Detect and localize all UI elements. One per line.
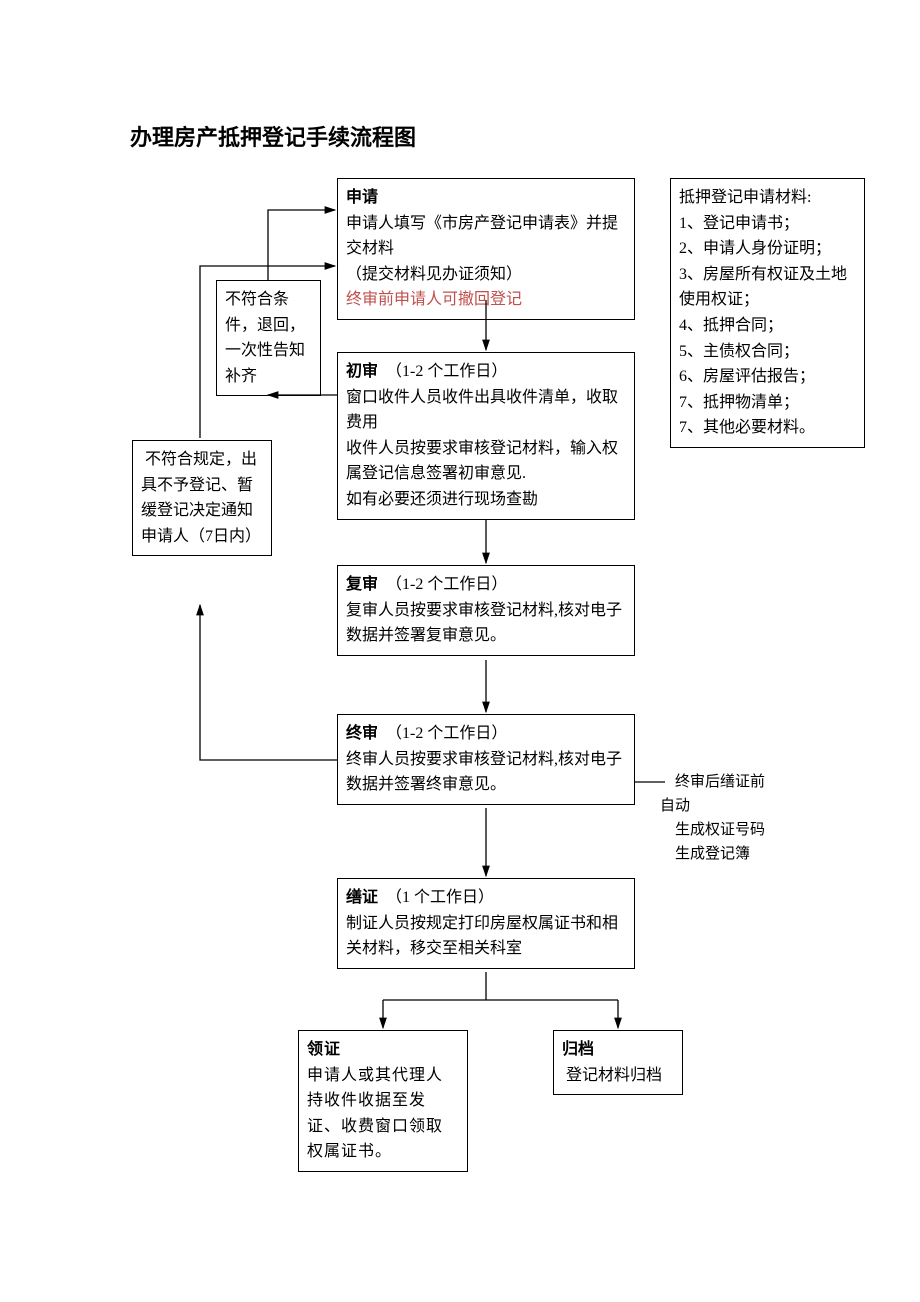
step-first-review: 初审 （1-2 个工作日） 窗口收件人员收件出具收件清单，收取费用 收件人员按要… [337,352,635,520]
mat-8: 7、其他必要材料。 [679,415,856,441]
arch-head: 归档 [562,1041,594,1058]
first-l1: 窗口收件人员收件出具收件清单，收取费用 [346,385,626,436]
review-dur: （1-2 个工作日） [386,576,507,593]
review-l1: 复审人员按要求审核登记材料,核对电子数据并签署复审意见。 [346,598,626,649]
step-apply: 申请 申请人填写《市房产登记申请表》并提交材料 （提交材料见办证须知） 终审前申… [337,178,635,320]
reject-regulation: 不符合规定，出具不予登记、暂缓登记决定通知申请人（7日内） [132,440,272,556]
mat-7: 7、抵押物清单； [679,390,856,416]
first-l3: 如有必要还须进行现场查勘 [346,487,626,513]
reject-condition: 不符合条件，退回，一次性告知补齐 [216,280,321,396]
arch-l1: 登记材料归档 [562,1063,674,1089]
get-head: 领证 [307,1041,341,1058]
flowchart-page: 办理房产抵押登记手续流程图 申请 申请人填写《市房产登记申请表》并提交材料 （提… [0,0,920,1302]
page-title: 办理房产抵押登记手续流程图 [130,120,416,155]
first-l2: 收件人员按要求审核登记材料，输入权属登记信息签署初审意见. [346,436,626,487]
materials-box: 抵押登记申请材料: 1、登记申请书； 2、申请人身份证明； 3、房屋所有权证及土… [670,178,865,448]
rej1-text: 不符合条件，退回，一次性告知补齐 [225,287,312,389]
mat-3: 3、房屋所有权证及土地使用权证； [679,262,856,313]
apply-line1: 申请人填写《市房产登记申请表》并提交材料 [346,211,626,262]
note-l4: 生成登记簿 [660,842,860,866]
mat-2: 2、申请人身份证明； [679,236,856,262]
final-dur: （1-2 个工作日） [386,725,507,742]
first-dur: （1-2 个工作日） [386,363,507,380]
final-note: 终审后缮证前 自动 生成权证号码 生成登记簿 [660,770,860,866]
apply-line2: （提交材料见办证须知） [346,262,626,288]
step-archive: 归档 登记材料归档 [553,1030,683,1095]
mat-6: 6、房屋评估报告； [679,364,856,390]
first-head: 初审 [346,363,378,380]
issue-dur: （1 个工作日） [386,889,494,906]
step-get: 领证 申请人或其代理人持收件收据至发证、收费窗口领取权属证书。 [298,1030,468,1172]
mat-1: 1、登记申请书； [679,211,856,237]
issue-head: 缮证 [346,889,378,906]
step-review: 复审 （1-2 个工作日） 复审人员按要求审核登记材料,核对电子数据并签署复审意… [337,565,635,656]
step-final: 终审 （1-2 个工作日） 终审人员按要求审核登记材料,核对电子数据并签署终审意… [337,714,635,805]
final-head: 终审 [346,725,378,742]
review-head: 复审 [346,576,378,593]
issue-l1: 制证人员按规定打印房屋权属证书和相关材料，移交至相关科室 [346,911,626,962]
note-l3: 生成权证号码 [660,818,860,842]
rej2-text: 不符合规定，出具不予登记、暂缓登记决定通知申请人（7日内） [141,447,263,549]
mat-5: 5、主债权合同； [679,339,856,365]
mat-head: 抵押登记申请材料: [679,185,856,211]
get-l1: 申请人或其代理人持收件收据至发证、收费窗口领取权属证书。 [307,1063,459,1165]
apply-line3: 终审前申请人可撤回登记 [346,287,626,313]
step-issue: 缮证 （1 个工作日） 制证人员按规定打印房屋权属证书和相关材料，移交至相关科室 [337,878,635,969]
note-l1: 终审后缮证前 [660,770,860,794]
final-l1: 终审人员按要求审核登记材料,核对电子数据并签署终审意见。 [346,747,626,798]
mat-4: 4、抵押合同； [679,313,856,339]
note-l2: 自动 [660,794,860,818]
apply-head: 申请 [346,189,378,206]
